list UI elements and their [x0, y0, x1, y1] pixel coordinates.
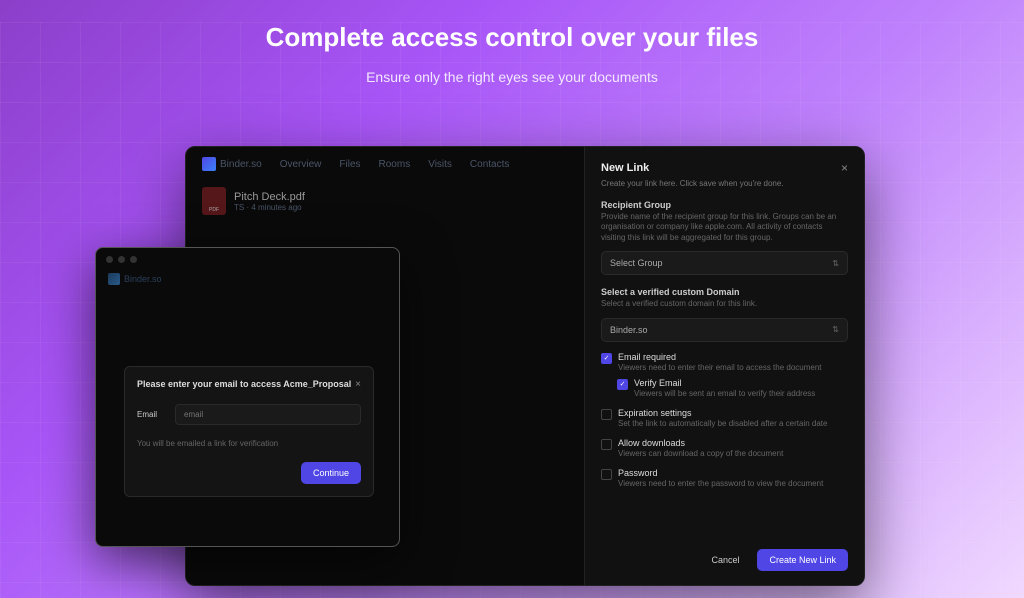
nav-visits[interactable]: Visits — [428, 159, 452, 170]
email-required-desc: Viewers need to enter their email to acc… — [618, 363, 848, 372]
downloads-checkbox[interactable] — [601, 439, 612, 450]
password-checkbox[interactable] — [601, 469, 612, 480]
expiration-desc: Set the link to automatically be disable… — [618, 419, 848, 428]
expiration-label: Expiration settings — [618, 408, 848, 418]
brand-text: Binder.so — [220, 159, 262, 170]
logo-icon — [202, 157, 216, 171]
verify-email-label: Verify Email — [634, 378, 848, 388]
nav-rooms[interactable]: Rooms — [379, 159, 411, 170]
nav-files[interactable]: Files — [339, 159, 360, 170]
email-label: Email — [137, 410, 165, 419]
close-icon[interactable]: × — [841, 161, 848, 175]
create-link-button[interactable]: Create New Link — [757, 549, 848, 571]
panel-subtitle: Create your link here. Click save when y… — [601, 179, 848, 188]
hero-subtitle: Ensure only the right eyes see your docu… — [0, 69, 1024, 85]
downloads-label: Allow downloads — [618, 438, 848, 448]
pdf-icon — [202, 187, 226, 215]
viewer-logo: Binder.so — [96, 271, 399, 287]
close-icon[interactable]: × — [355, 379, 361, 390]
domain-desc: Select a verified custom domain for this… — [601, 299, 848, 309]
modal-title: Please enter your email to access Acme_P… — [137, 379, 351, 390]
app-logo: Binder.so — [202, 157, 262, 171]
traffic-lights — [96, 248, 399, 271]
recipient-value: Select Group — [610, 258, 663, 268]
nav-overview[interactable]: Overview — [280, 159, 322, 170]
new-link-panel: New Link × Create your link here. Click … — [584, 147, 864, 585]
recipient-select[interactable]: Select Group ⇅ — [601, 251, 848, 275]
domain-label: Select a verified custom Domain — [601, 287, 848, 297]
cancel-button[interactable]: Cancel — [701, 549, 749, 571]
domain-select[interactable]: Binder.so ⇅ — [601, 318, 848, 342]
verify-email-checkbox[interactable] — [617, 379, 628, 390]
email-input[interactable] — [175, 404, 361, 425]
password-label: Password — [618, 468, 848, 478]
domain-value: Binder.so — [610, 325, 648, 335]
nav-contacts[interactable]: Contacts — [470, 159, 509, 170]
viewer-window: Binder.so Please enter your email to acc… — [95, 247, 400, 547]
recipient-desc: Provide name of the recipient group for … — [601, 212, 848, 243]
chevron-updown-icon: ⇅ — [832, 325, 839, 334]
downloads-desc: Viewers can download a copy of the docum… — [618, 449, 848, 458]
viewer-brand: Binder.so — [124, 274, 162, 284]
email-gate-modal: Please enter your email to access Acme_P… — [124, 366, 374, 497]
email-required-label: Email required — [618, 352, 848, 362]
modal-note: You will be emailed a link for verificat… — [137, 439, 361, 448]
file-meta: TS · 4 minutes ago — [234, 203, 305, 212]
panel-title: New Link — [601, 162, 649, 174]
expiration-checkbox[interactable] — [601, 409, 612, 420]
hero-title: Complete access control over your files — [0, 22, 1024, 53]
password-desc: Viewers need to enter the password to vi… — [618, 479, 848, 488]
file-name: Pitch Deck.pdf — [234, 191, 305, 203]
chevron-updown-icon: ⇅ — [832, 259, 839, 268]
logo-icon — [108, 273, 120, 285]
verify-email-desc: Viewers will be sent an email to verify … — [634, 389, 848, 398]
recipient-label: Recipient Group — [601, 200, 848, 210]
continue-button[interactable]: Continue — [301, 462, 361, 484]
email-required-checkbox[interactable] — [601, 353, 612, 364]
